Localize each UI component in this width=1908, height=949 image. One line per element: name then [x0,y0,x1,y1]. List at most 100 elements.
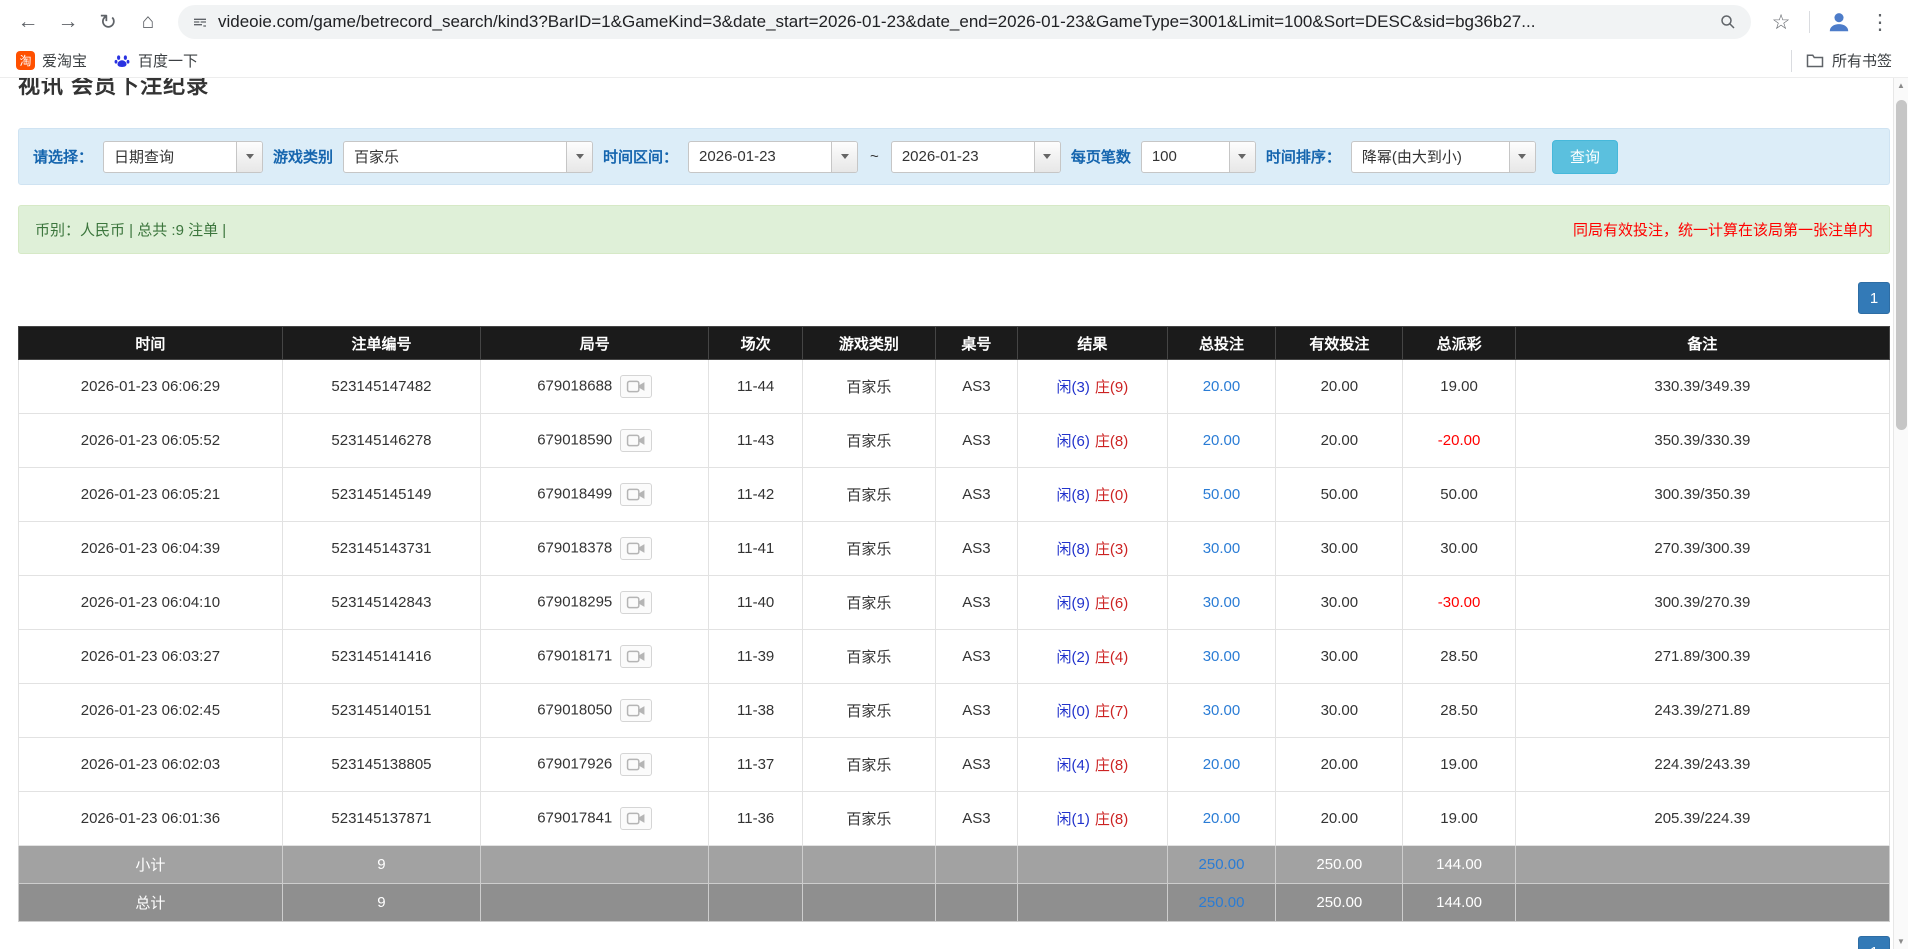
result-banker: 庄(4) [1095,649,1128,666]
column-header: 游戏类别 [802,327,935,360]
forward-button[interactable]: → [50,4,86,40]
result-player: 闲(2) [1057,649,1090,666]
folder-icon [1806,53,1824,68]
cell-empty [935,884,1017,922]
cell-valid-bet: 30.00 [1276,522,1403,576]
sort-order-select[interactable]: 降幂(由大到小) [1351,141,1536,173]
cell-empty [481,884,709,922]
game-type-select[interactable]: 百家乐 [343,141,593,173]
cell-payout: 30.00 [1403,522,1515,576]
bookmark-baidu[interactable]: 百度一下 [113,50,198,71]
result-banker: 庄(6) [1095,595,1128,612]
cell-empty [802,846,935,884]
video-replay-button[interactable] [620,483,652,506]
cell-payout: 50.00 [1403,468,1515,522]
cell-empty [481,846,709,884]
dropdown-arrow-icon[interactable] [566,142,592,172]
video-replay-button[interactable] [620,537,652,560]
cell-time: 2026-01-23 06:06:29 [19,360,283,414]
bookmark-star-icon[interactable]: ☆ [1763,4,1799,40]
table-row: 2026-01-23 06:02:03 523145138805 6790179… [19,738,1890,792]
cell-total-bet: 30.00 [1167,684,1276,738]
cell-session: 11-39 [709,630,803,684]
column-header: 总派彩 [1403,327,1515,360]
cell-valid-bet: 20.00 [1276,738,1403,792]
video-replay-button[interactable] [620,429,652,452]
table-row: 2026-01-23 06:04:39 523145143731 6790183… [19,522,1890,576]
date-end-input[interactable]: 2026-01-23 [891,141,1061,173]
round-number: 679017926 [537,755,612,772]
dropdown-arrow-icon[interactable] [831,142,857,172]
reload-button[interactable]: ↻ [90,4,126,40]
result-player: 闲(8) [1057,541,1090,558]
site-info-icon[interactable] [192,14,208,30]
zoom-icon[interactable] [1719,13,1737,31]
column-header: 结果 [1018,327,1168,360]
round-number: 679018050 [537,701,612,718]
address-bar[interactable]: videoie.com/game/betrecord_search/kind3?… [178,5,1751,39]
date-mode-select[interactable]: 日期查询 [103,141,263,173]
dropdown-arrow-icon[interactable] [1229,142,1255,172]
video-replay-button[interactable] [620,375,652,398]
video-replay-button[interactable] [620,807,652,830]
search-button[interactable]: 查询 [1552,140,1618,174]
video-replay-button[interactable] [620,699,652,722]
cell-total-bet: 20.00 [1167,414,1276,468]
result-banker: 庄(8) [1095,757,1128,774]
url-text: videoie.com/game/betrecord_search/kind3?… [218,12,1709,32]
pagination-top: 1 [18,282,1890,314]
cell-table-number: AS3 [935,630,1017,684]
cell-valid-bet: 20.00 [1276,792,1403,846]
video-replay-button[interactable] [620,591,652,614]
cell-time: 2026-01-23 06:04:39 [19,522,283,576]
cell-table-number: AS3 [935,468,1017,522]
cell-result: 闲(1)庄(8) [1018,792,1168,846]
page-size-select[interactable]: 100 [1141,141,1256,173]
cell-round: 679018688 [481,360,709,414]
footer-total-bet: 250.00 [1167,846,1276,884]
cell-payout: 19.00 [1403,738,1515,792]
cell-bet-id: 523145143731 [282,522,480,576]
bookmark-taobao[interactable]: 淘 爱淘宝 [16,50,87,71]
video-replay-button[interactable] [620,753,652,776]
all-bookmarks-label[interactable]: 所有书签 [1832,50,1892,71]
cell-valid-bet: 30.00 [1276,684,1403,738]
scrollbar-thumb[interactable] [1896,100,1907,430]
vertical-scrollbar[interactable]: ▲ ▼ [1893,78,1908,949]
scroll-down-icon[interactable]: ▼ [1894,934,1908,949]
cell-total-bet: 30.00 [1167,630,1276,684]
table-footer-row: 小计 9 250.00 250.00 144.00 [19,846,1890,884]
toolbar-divider [1809,11,1810,33]
cell-empty [1515,846,1889,884]
cell-bet-id: 523145145149 [282,468,480,522]
page-number-button[interactable]: 1 [1858,936,1890,949]
scroll-up-icon[interactable]: ▲ [1894,78,1908,93]
back-button[interactable]: ← [10,4,46,40]
cell-bet-id: 523145142843 [282,576,480,630]
video-replay-button[interactable] [620,645,652,668]
cell-game-type: 百家乐 [802,522,935,576]
cell-session: 11-41 [709,522,803,576]
cell-bet-id: 523145146278 [282,414,480,468]
sort-order-value: 降幂(由大到小) [1352,142,1509,172]
page-number-button[interactable]: 1 [1858,282,1890,314]
dropdown-arrow-icon[interactable] [1034,142,1060,172]
date-start-input[interactable]: 2026-01-23 [688,141,858,173]
dropdown-arrow-icon[interactable] [236,142,262,172]
cell-payout: -30.00 [1403,576,1515,630]
baidu-paw-icon [113,52,131,70]
cell-table-number: AS3 [935,576,1017,630]
cell-total-bet: 50.00 [1167,468,1276,522]
cell-bet-id: 523145141416 [282,630,480,684]
result-player: 闲(1) [1057,811,1090,828]
page-content: 视讯 会员下注纪录 请选择： 日期查询 游戏类别 百家乐 时间区间： 2026-… [0,78,1908,949]
cell-table-number: AS3 [935,414,1017,468]
cell-time: 2026-01-23 06:05:52 [19,414,283,468]
footer-label: 总计 [19,884,283,922]
profile-avatar[interactable] [1826,9,1852,35]
dropdown-arrow-icon[interactable] [1509,142,1535,172]
cell-note: 271.89/300.39 [1515,630,1889,684]
cell-note: 300.39/270.39 [1515,576,1889,630]
home-button[interactable]: ⌂ [130,4,166,40]
browser-menu-icon[interactable]: ⋮ [1862,4,1898,40]
